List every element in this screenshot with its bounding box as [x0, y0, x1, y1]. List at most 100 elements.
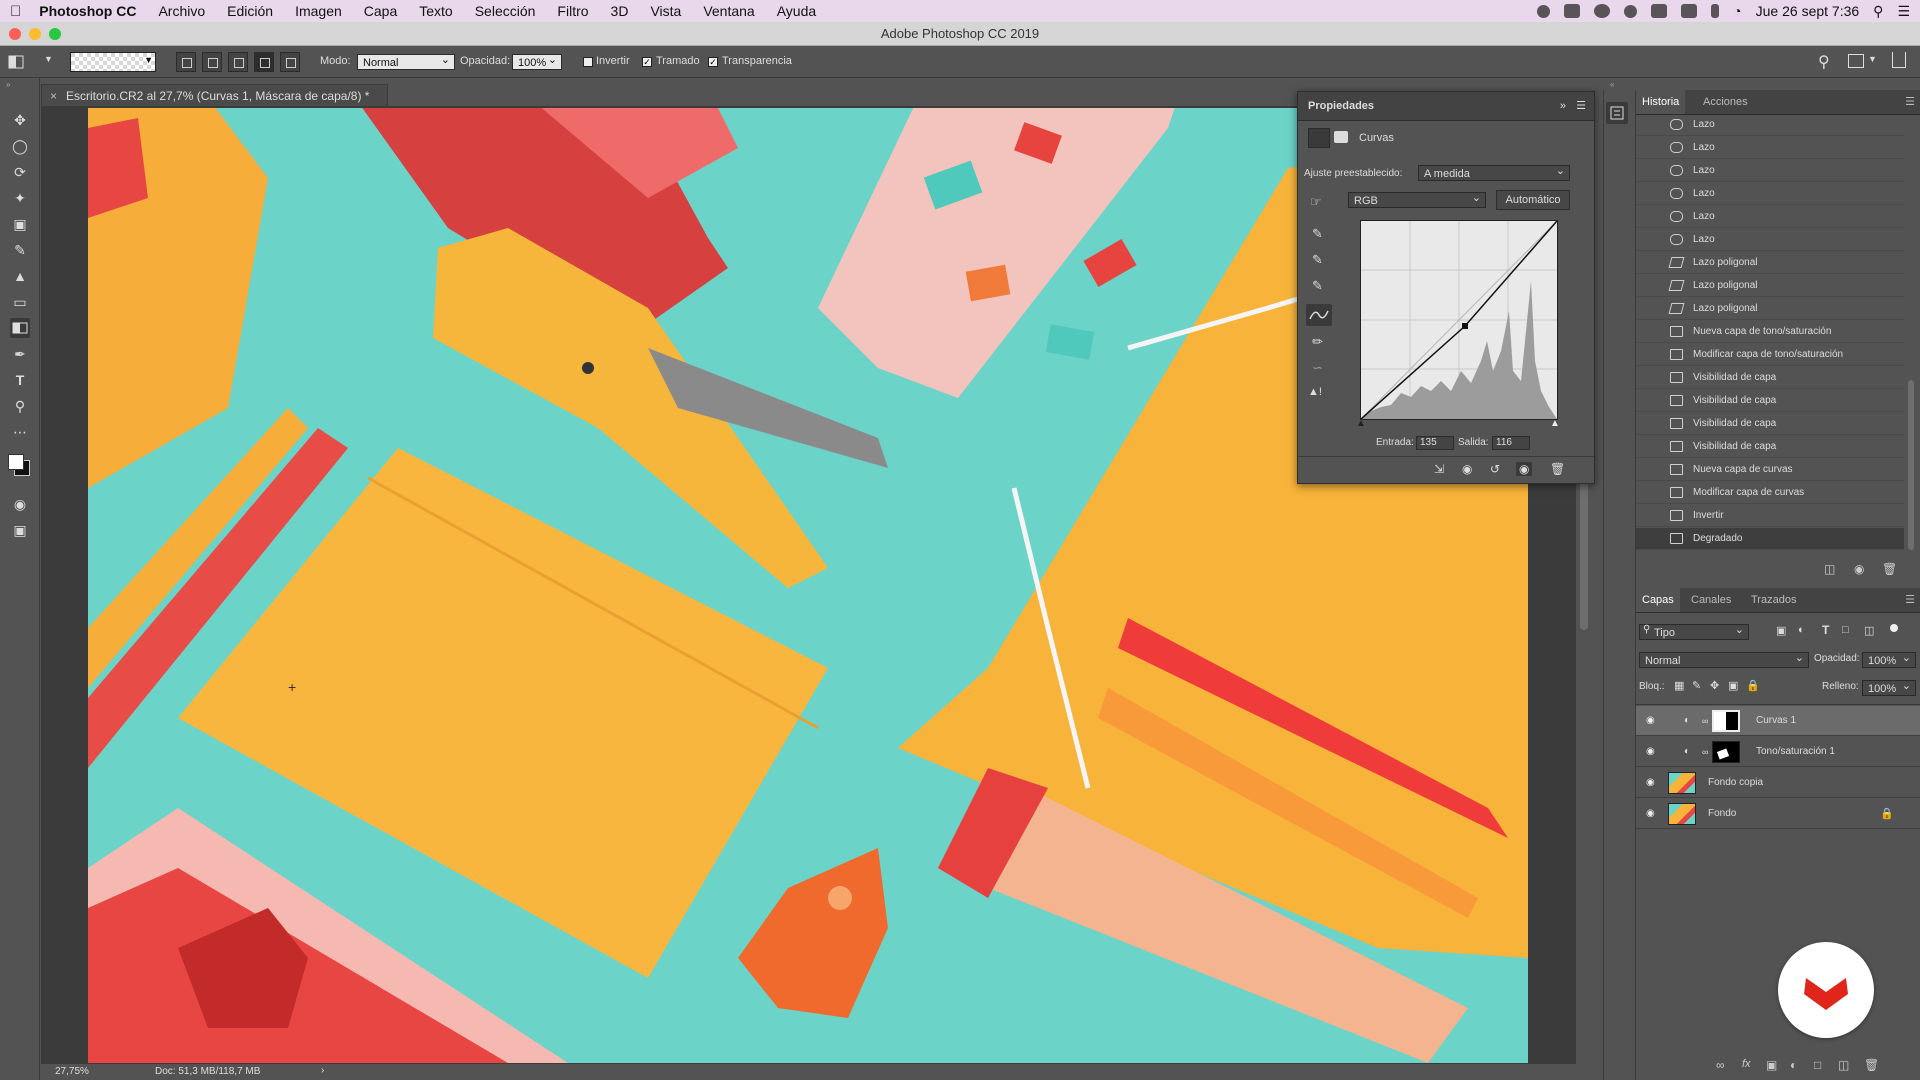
minimize-window-button[interactable] — [29, 28, 41, 40]
creative-cloud-icon[interactable] — [1594, 4, 1611, 18]
eraser-tool-icon[interactable]: ▭ — [10, 292, 30, 312]
tab-acciones[interactable]: Acciones — [1703, 90, 1748, 114]
new-adjustment-layer-icon[interactable]: ◐ — [1790, 1058, 1797, 1072]
menu-filtro[interactable]: Filtro — [557, 3, 588, 19]
lock-transparent-icon[interactable]: ▦ — [1674, 679, 1684, 692]
layer-row-fondo[interactable]: ◉ Fondo 🔒 — [1636, 799, 1920, 829]
gray-point-eyedropper-icon[interactable]: ✎ — [1312, 252, 1323, 268]
blend-mode-select[interactable]: Normal — [1639, 650, 1809, 668]
history-item[interactable]: Lazo — [1636, 229, 1904, 251]
lock-icon[interactable]: 🔒 — [1880, 799, 1894, 829]
stamp-tool-icon[interactable]: ▲ — [10, 266, 30, 286]
history-item[interactable]: Visibilidad de capa — [1636, 390, 1904, 412]
clip-to-layer-icon[interactable]: ⇲ — [1434, 462, 1444, 476]
pen-tool-icon[interactable]: ✒ — [10, 344, 30, 364]
delete-adjustment-icon[interactable]: 🗑 — [1550, 462, 1565, 476]
color-swatches[interactable] — [6, 448, 34, 482]
history-item[interactable]: Nueva capa de curvas — [1636, 459, 1904, 481]
new-document-from-state-icon[interactable]: ◫ — [1824, 562, 1835, 576]
layer-mask-icon[interactable] — [1334, 131, 1348, 143]
properties-dock-icon[interactable] — [1606, 102, 1628, 124]
channel-select[interactable]: RGB — [1348, 190, 1486, 208]
history-scrollbar[interactable] — [1908, 380, 1914, 550]
marquee-tool-icon[interactable]: ◯ — [10, 136, 30, 156]
menu-seleccion[interactable]: Selección — [475, 3, 536, 19]
eye-icon[interactable]: ◉ — [1646, 716, 1655, 726]
white-point-eyedropper-icon[interactable]: ✎ — [1312, 278, 1323, 294]
dropbox-icon[interactable] — [1651, 4, 1668, 18]
eye-icon[interactable]: ◉ — [1646, 747, 1655, 757]
snapshot-camera-icon[interactable]: ◉ — [1854, 562, 1864, 576]
filter-toggle-icon[interactable] — [1890, 624, 1898, 632]
smooth-curve-icon[interactable]: ∽ — [1312, 360, 1323, 376]
zoom-tool-icon[interactable]: ⚲ — [10, 396, 30, 416]
add-mask-icon[interactable]: ▣ — [1766, 1058, 1777, 1072]
record-icon[interactable] — [1537, 4, 1551, 18]
opacity-input[interactable]: 100% — [512, 52, 562, 70]
layers-menu-icon[interactable]: ☰ — [1905, 588, 1915, 612]
output-value-field[interactable]: 116 — [1492, 436, 1530, 450]
close-window-button[interactable] — [9, 28, 21, 40]
clipping-warning-icon[interactable]: ▲! — [1308, 386, 1322, 398]
lasso-tool-icon[interactable]: ⟳ — [10, 162, 30, 182]
layer-thumbnail[interactable] — [1668, 803, 1696, 825]
radial-gradient-button[interactable] — [202, 52, 222, 72]
curve-points-tool-icon[interactable] — [1306, 304, 1332, 326]
lock-all-icon[interactable]: 🔒 — [1746, 679, 1760, 692]
eye-icon[interactable]: ◉ — [1646, 809, 1655, 819]
quick-mask-icon[interactable]: ◉ — [10, 494, 30, 514]
zoom-window-button[interactable] — [49, 28, 61, 40]
filter-shape-icon[interactable]: □ — [1842, 624, 1849, 636]
new-layer-icon[interactable]: ◫ — [1838, 1058, 1849, 1072]
lock-artboard-icon[interactable]: ▣ — [1728, 679, 1738, 692]
document-tab[interactable]: × Escritorio.CR2 al 27,7% (Curvas 1, Más… — [41, 84, 388, 106]
move-tool-icon[interactable]: ✥ — [10, 110, 30, 130]
chain-link-icon[interactable]: ∞ — [1702, 716, 1708, 726]
monitor-icon[interactable] — [1681, 4, 1698, 18]
bluetooth-icon[interactable] — [1711, 4, 1720, 18]
type-tool-icon[interactable]: T — [10, 370, 30, 390]
vertical-scrollbar[interactable] — [1580, 470, 1588, 630]
fill-input[interactable]: 100% — [1862, 678, 1916, 696]
tab-capas[interactable]: Capas — [1636, 588, 1680, 612]
transparency-checkbox[interactable]: ✓ — [708, 57, 718, 67]
view-previous-state-icon[interactable]: ◉ — [1462, 462, 1472, 476]
history-item[interactable]: Modificar capa de curvas — [1636, 482, 1904, 504]
menu-ayuda[interactable]: Ayuda — [777, 3, 816, 19]
input-value-field[interactable]: 135 — [1416, 436, 1454, 450]
dock-collapse-icon[interactable]: « — [1610, 80, 1614, 89]
lock-position-icon[interactable]: ✥ — [1710, 679, 1719, 692]
filter-smart-object-icon[interactable]: ◫ — [1864, 624, 1874, 637]
crop-tool-icon[interactable]: ▣ — [10, 214, 30, 234]
linear-gradient-button[interactable] — [176, 52, 196, 72]
layer-row-curvas[interactable]: ◉ ◐ ∞ Curvas 1 — [1636, 706, 1920, 736]
curves-adjustment-icon[interactable] — [1308, 128, 1330, 148]
history-item[interactable]: Lazo poligonal — [1636, 252, 1904, 274]
history-item[interactable]: Nueva capa de tono/saturación — [1636, 321, 1904, 343]
filter-type-icon[interactable]: T — [1822, 623, 1829, 637]
notification-icon[interactable] — [1624, 4, 1638, 18]
layer-opacity-input[interactable]: 100% — [1862, 650, 1916, 668]
clock[interactable]: Jue 26 sept 7:36 — [1756, 3, 1860, 19]
tab-trazados[interactable]: Trazados — [1751, 588, 1796, 612]
reset-icon[interactable]: ↺ — [1490, 462, 1500, 476]
foreground-color-swatch[interactable] — [8, 454, 24, 470]
menu-imagen[interactable]: Imagen — [295, 3, 342, 19]
filter-adjustment-icon[interactable]: ◐ — [1798, 624, 1805, 636]
link-layers-icon[interactable]: ∞ — [1716, 1058, 1725, 1072]
tab-historia[interactable]: Historia — [1636, 90, 1686, 114]
history-item[interactable]: Lazo poligonal — [1636, 275, 1904, 297]
brush-tool-icon[interactable]: ✎ — [10, 240, 30, 260]
menu-3d[interactable]: 3D — [611, 3, 629, 19]
apple-icon[interactable]:  — [10, 3, 21, 20]
share-icon[interactable] — [1892, 52, 1906, 68]
delete-layer-icon[interactable]: 🗑 — [1864, 1058, 1879, 1072]
close-tab-icon[interactable]: × — [50, 85, 57, 107]
gradient-picker[interactable]: ▼ — [70, 52, 156, 72]
reflected-gradient-button[interactable] — [254, 52, 274, 72]
white-slider-icon[interactable]: ▲ — [1550, 418, 1560, 429]
eye-icon[interactable]: ◉ — [1646, 778, 1655, 788]
targeted-adjustment-icon[interactable]: ☞ — [1310, 194, 1322, 210]
preset-dropdown-chevron-icon[interactable]: ▼ — [44, 54, 53, 64]
layer-mask-thumbnail[interactable] — [1712, 741, 1740, 763]
